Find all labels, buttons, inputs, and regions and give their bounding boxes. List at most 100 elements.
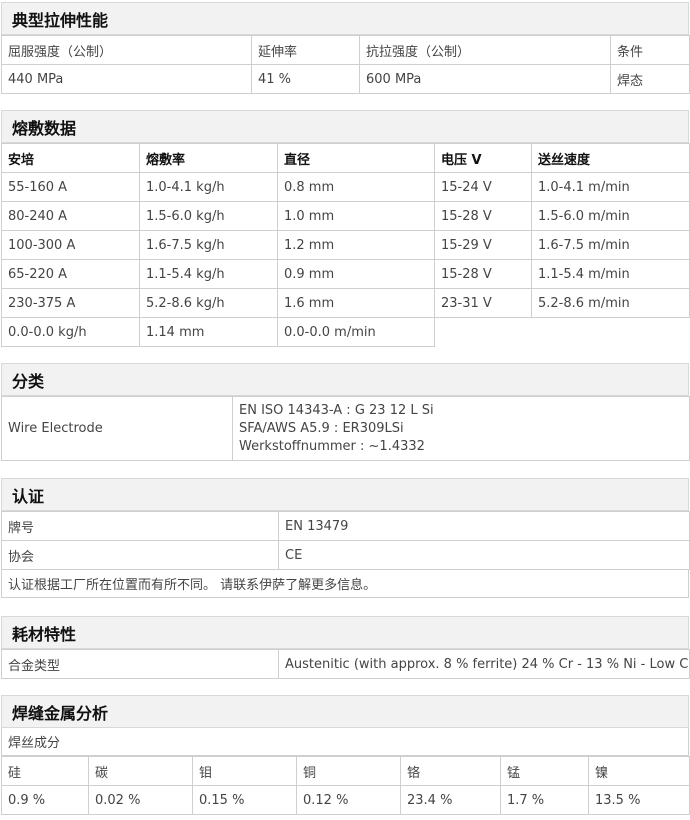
table-cell: 100-300 A xyxy=(1,230,140,260)
tensile-strength-value: 600 MPa xyxy=(359,64,611,94)
table-row: 0.0-0.0 kg/h 1.14 mm 0.0-0.0 m/min xyxy=(1,317,690,347)
table-row: 55-160 A 1.0-4.1 kg/h 0.8 mm 15-24 V 1.0… xyxy=(1,172,690,202)
table-row: 硅 碳 钼 铜 铬 锰 镍 xyxy=(1,756,690,786)
tensile-section: 典型拉伸性能 屈服强度（公制） 延伸率 抗拉强度（公制） 条件 440 MPa … xyxy=(1,2,690,94)
table-cell: 1.6 mm xyxy=(277,288,435,318)
table-row: 80-240 A 1.5-6.0 kg/h 1.0 mm 15-28 V 1.5… xyxy=(1,201,690,231)
deposition-table: 安培 熔敷率 直径 电压 V 送丝速度 55-160 A 1.0-4.1 kg/… xyxy=(1,143,690,347)
consumable-table: 合金类型 Austenitic (with approx. 8 % ferrit… xyxy=(1,649,690,679)
header-manganese: 锰 xyxy=(500,756,589,786)
table-cell: 1.0-4.1 kg/h xyxy=(139,172,278,202)
yield-strength-value: 440 MPa xyxy=(1,64,252,94)
table-cell: 1.6-7.5 m/min xyxy=(531,230,690,260)
table-cell: 1.0 mm xyxy=(277,201,435,231)
header-wire-feed-speed: 送丝速度 xyxy=(531,143,690,173)
classification-section: 分类 Wire Electrode EN ISO 14343-A : G 23 … xyxy=(1,363,690,461)
table-cell: 1.1-5.4 m/min xyxy=(531,259,690,289)
header-diameter: 直径 xyxy=(277,143,435,173)
molybdenum-value: 0.15 % xyxy=(192,785,297,815)
weld-metal-section: 焊缝金属分析 焊丝成分 硅 碳 钼 铜 铬 锰 镍 0.9 % 0.02 % 0… xyxy=(1,695,690,815)
header-carbon: 碳 xyxy=(88,756,193,786)
table-cell: 15-28 V xyxy=(434,201,532,231)
table-cell: 1.2 mm xyxy=(277,230,435,260)
certification-title: 认证 xyxy=(1,478,689,511)
table-row: 440 MPa 41 % 600 MPa 焊态 xyxy=(1,64,690,94)
header-condition: 条件 xyxy=(610,35,690,65)
manganese-value: 1.7 % xyxy=(500,785,589,815)
header-molybdenum: 钼 xyxy=(192,756,297,786)
certification-table: 牌号 EN 13479 协会 CE xyxy=(1,511,690,570)
silicon-value: 0.9 % xyxy=(1,785,89,815)
classification-table: Wire Electrode EN ISO 14343-A : G 23 12 … xyxy=(1,396,690,461)
table-cell: 230-375 A xyxy=(1,288,140,318)
table-cell: 15-24 V xyxy=(434,172,532,202)
tensile-table: 屈服强度（公制） 延伸率 抗拉强度（公制） 条件 440 MPa 41 % 60… xyxy=(1,35,690,94)
nickel-value: 13.5 % xyxy=(588,785,690,815)
table-row: 安培 熔敷率 直径 电压 V 送丝速度 xyxy=(1,143,690,173)
certification-note: 认证根据工厂所在位置而有所不同。 请联系伊萨了解更多信息。 xyxy=(1,570,689,598)
wire-composition-label: 焊丝成分 xyxy=(1,728,689,756)
table-cell: 23-31 V xyxy=(434,288,532,318)
classification-label: Wire Electrode xyxy=(1,396,233,461)
table-cell: 55-160 A xyxy=(1,172,140,202)
table-row: 合金类型 Austenitic (with approx. 8 % ferrit… xyxy=(1,649,690,679)
cert-value-association: CE xyxy=(278,540,690,570)
table-row: 230-375 A 5.2-8.6 kg/h 1.6 mm 23-31 V 5.… xyxy=(1,288,690,318)
weld-metal-table: 硅 碳 钼 铜 铬 锰 镍 0.9 % 0.02 % 0.15 % 0.12 %… xyxy=(1,756,690,815)
table-row: 牌号 EN 13479 xyxy=(1,511,690,541)
empty-cell xyxy=(435,318,532,347)
alloy-type-label: 合金类型 xyxy=(1,649,279,679)
classification-werkstoffnummer: Werkstoffnummer : ~1.4332 xyxy=(239,438,425,454)
weld-metal-title: 焊缝金属分析 xyxy=(1,695,689,728)
table-cell: 1.0-4.1 m/min xyxy=(531,172,690,202)
header-silicon: 硅 xyxy=(1,756,89,786)
table-cell: 80-240 A xyxy=(1,201,140,231)
certification-section: 认证 牌号 EN 13479 协会 CE 认证根据工厂所在位置而有所不同。 请联… xyxy=(1,478,690,598)
deposition-section: 熔敷数据 安培 熔敷率 直径 电压 V 送丝速度 55-160 A 1.0-4.… xyxy=(1,110,690,347)
carbon-value: 0.02 % xyxy=(88,785,193,815)
cert-label-brand: 牌号 xyxy=(1,511,279,541)
cert-value-brand: EN 13479 xyxy=(278,511,690,541)
copper-value: 0.12 % xyxy=(296,785,401,815)
table-row: 屈服强度（公制） 延伸率 抗拉强度（公制） 条件 xyxy=(1,35,690,65)
alloy-type-value: Austenitic (with approx. 8 % ferrite) 24… xyxy=(278,649,690,679)
chromium-value: 23.4 % xyxy=(400,785,501,815)
classification-values: EN ISO 14343-A : G 23 12 L Si SFA/AWS A5… xyxy=(232,396,690,461)
classification-en-iso: EN ISO 14343-A : G 23 12 L Si xyxy=(239,402,434,418)
header-voltage: 电压 V xyxy=(434,143,532,173)
classification-title: 分类 xyxy=(1,363,689,396)
header-copper: 铜 xyxy=(296,756,401,786)
table-row: 协会 CE xyxy=(1,540,690,570)
tensile-title: 典型拉伸性能 xyxy=(1,2,689,35)
header-elongation: 延伸率 xyxy=(251,35,360,65)
header-deposition-rate: 熔敷率 xyxy=(139,143,278,173)
header-yield-strength: 屈服强度（公制） xyxy=(1,35,252,65)
elongation-value: 41 % xyxy=(251,64,360,94)
table-cell: 1.6-7.5 kg/h xyxy=(139,230,278,260)
classification-sfa-aws: SFA/AWS A5.9 : ER309LSi xyxy=(239,420,404,436)
consumable-title: 耗材特性 xyxy=(1,616,689,649)
table-cell: 1.5-6.0 m/min xyxy=(531,201,690,231)
table-row: Wire Electrode EN ISO 14343-A : G 23 12 … xyxy=(1,396,690,461)
header-chromium: 铬 xyxy=(400,756,501,786)
table-cell: 0.8 mm xyxy=(277,172,435,202)
table-cell: 15-29 V xyxy=(434,230,532,260)
cert-label-association: 协会 xyxy=(1,540,279,570)
table-cell: 0.0-0.0 kg/h xyxy=(1,317,140,347)
deposition-title: 熔敷数据 xyxy=(1,110,689,143)
consumable-section: 耗材特性 合金类型 Austenitic (with approx. 8 % f… xyxy=(1,616,690,679)
header-amperage: 安培 xyxy=(1,143,140,173)
table-cell: 5.2-8.6 m/min xyxy=(531,288,690,318)
table-cell: 5.2-8.6 kg/h xyxy=(139,288,278,318)
header-tensile-strength: 抗拉强度（公制） xyxy=(359,35,611,65)
table-cell: 1.5-6.0 kg/h xyxy=(139,201,278,231)
table-row: 65-220 A 1.1-5.4 kg/h 0.9 mm 15-28 V 1.1… xyxy=(1,259,690,289)
condition-value: 焊态 xyxy=(610,64,690,94)
table-cell: 15-28 V xyxy=(434,259,532,289)
table-row: 0.9 % 0.02 % 0.15 % 0.12 % 23.4 % 1.7 % … xyxy=(1,785,690,815)
table-row: 100-300 A 1.6-7.5 kg/h 1.2 mm 15-29 V 1.… xyxy=(1,230,690,260)
header-nickel: 镍 xyxy=(588,756,690,786)
table-cell: 1.14 mm xyxy=(139,317,278,347)
table-cell: 0.9 mm xyxy=(277,259,435,289)
table-cell: 65-220 A xyxy=(1,259,140,289)
